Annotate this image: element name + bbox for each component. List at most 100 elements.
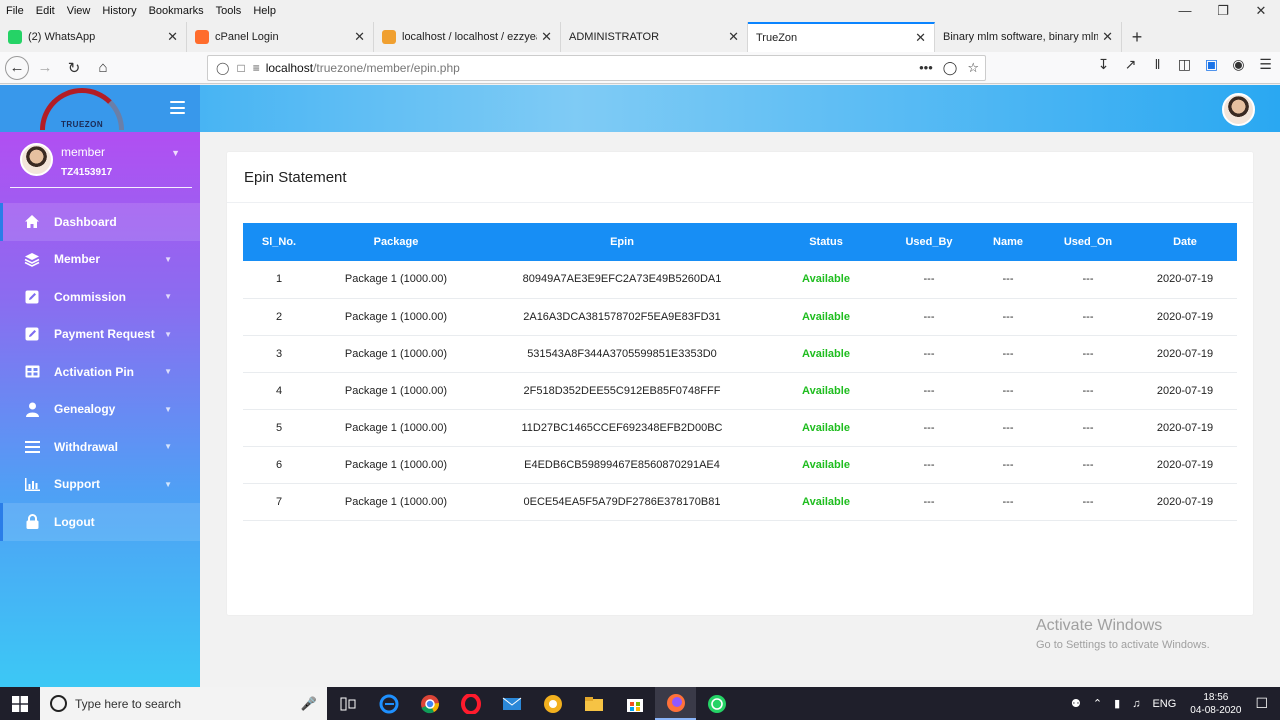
start-button[interactable] — [0, 687, 40, 720]
app-icon[interactable] — [532, 687, 573, 720]
close-tab-icon[interactable]: ✕ — [167, 29, 178, 45]
url-path: /truezone/member/epin.php — [313, 61, 460, 75]
page-actions-icon[interactable]: ••• — [919, 60, 933, 76]
table-cell: --- — [1043, 483, 1133, 521]
menu-file[interactable]: File — [0, 5, 30, 17]
sidebar-item-commission[interactable]: Commission ▼ — [0, 278, 200, 316]
epin-table: Sl_No. Package Epin Status Used_By Name Used_O… — [243, 223, 1237, 521]
menu-edit[interactable]: Edit — [30, 5, 61, 17]
column-header[interactable]: Name — [973, 223, 1043, 261]
menu-help[interactable]: Help — [247, 5, 282, 17]
fullscreen-icon[interactable]: ↗ — [1122, 56, 1139, 73]
forward-button[interactable]: → — [32, 55, 58, 81]
browser-tab[interactable]: ADMINISTRATOR ✕ — [561, 22, 748, 52]
sidebar-item-support[interactable]: Support ▼ — [0, 466, 200, 504]
browser-tab[interactable]: (2) WhatsApp ✕ — [0, 22, 187, 52]
menu-tools[interactable]: Tools — [210, 5, 248, 17]
close-tab-icon[interactable]: ✕ — [541, 29, 552, 45]
browser-tab[interactable]: localhost / localhost / ezzyeam ✕ — [374, 22, 561, 52]
sidebar-item-withdrawal[interactable]: Withdrawal ▼ — [0, 428, 200, 466]
table-cell: --- — [1043, 335, 1133, 373]
column-header[interactable]: Sl_No. — [243, 223, 315, 261]
browser-tab[interactable]: cPanel Login ✕ — [187, 22, 374, 52]
restore-button[interactable]: ❐ — [1204, 0, 1242, 22]
account-icon[interactable]: ◉ — [1230, 56, 1247, 73]
menu-view[interactable]: View — [61, 5, 97, 17]
table-cell: --- — [885, 409, 973, 447]
table-row: 7 Package 1 (1000.00) 0ECE54EA5F5A79DF2786… — [243, 483, 1237, 521]
table-cell: 7 — [243, 483, 315, 521]
hamburger-icon[interactable] — [170, 101, 185, 114]
browser-tab[interactable]: TrueZon ✕ — [748, 22, 935, 52]
close-window-button[interactable]: ✕ — [1242, 0, 1280, 22]
language-indicator[interactable]: ENG — [1152, 698, 1176, 710]
library-icon[interactable]: ‖ — [1149, 56, 1166, 73]
column-header[interactable]: Used_By — [885, 223, 973, 261]
table-cell: --- — [1043, 261, 1133, 299]
home-icon — [24, 214, 40, 230]
firefox-icon[interactable] — [655, 687, 696, 720]
tray-chevron-icon[interactable]: ⌃ — [1093, 697, 1102, 710]
notification-icon[interactable]: ☐ — [1255, 695, 1268, 712]
hamburger-menu-icon[interactable]: ☰ — [1257, 56, 1274, 73]
windows-taskbar: Type here to search 🎤 ⚉ ⌃ ▮ ♫ ENG 18:56 … — [0, 687, 1280, 720]
column-header[interactable]: Status — [767, 223, 885, 261]
sidebar-item-payment-request[interactable]: Payment Request ▼ — [0, 316, 200, 354]
address-bar[interactable]: ◯ □ ≡ localhost/truezone/member/epin.php… — [207, 55, 986, 81]
column-header[interactable]: Package — [315, 223, 477, 261]
edge-icon[interactable] — [368, 687, 409, 720]
battery-icon[interactable]: ▮ — [1114, 697, 1120, 710]
sidebar-item-dashboard[interactable]: Dashboard — [0, 203, 200, 241]
sidebar-item-logout[interactable]: Logout — [0, 503, 200, 541]
downloads-icon[interactable]: ↧ — [1095, 56, 1112, 73]
sidebar-menu: Dashboard Member ▼ Commission ▼ Payment Reque… — [0, 203, 200, 541]
people-icon[interactable]: ⚉ — [1071, 697, 1081, 710]
minimize-button[interactable]: — — [1166, 0, 1204, 22]
menu-history[interactable]: History — [96, 5, 142, 17]
table-cell: --- — [1043, 298, 1133, 336]
column-header[interactable]: Used_On — [1043, 223, 1133, 261]
column-header[interactable]: Date — [1133, 223, 1237, 261]
table-cell: --- — [1043, 409, 1133, 447]
home-button[interactable]: ⌂ — [90, 55, 116, 81]
clock[interactable]: 18:56 04-08-2020 — [1190, 691, 1241, 717]
opera-icon[interactable] — [450, 687, 491, 720]
new-tab-button[interactable]: + — [1122, 22, 1152, 52]
table-cell: --- — [885, 261, 973, 299]
table-cell: 2F518D352DEE55C912EB85F0748FFF — [477, 372, 767, 410]
microphone-icon[interactable]: 🎤 — [301, 696, 317, 712]
volume-icon[interactable]: ♫ — [1132, 698, 1140, 710]
table-cell: 2020-07-19 — [1133, 261, 1237, 299]
browser-tab[interactable]: Binary mlm software, binary mlm so✕ — [935, 22, 1122, 52]
sidebar-item-activation-pin[interactable]: Activation Pin ▼ — [0, 353, 200, 391]
close-tab-icon[interactable]: ✕ — [728, 29, 739, 45]
store-icon[interactable] — [614, 687, 655, 720]
mail-icon[interactable] — [491, 687, 532, 720]
chrome-icon[interactable] — [409, 687, 450, 720]
task-view-icon[interactable] — [327, 687, 368, 720]
user-panel: member TZ4153917 ▼ — [10, 142, 192, 188]
close-tab-icon[interactable]: ✕ — [354, 29, 365, 45]
taskbar-search[interactable]: Type here to search 🎤 — [40, 687, 327, 720]
sidebar-item-member[interactable]: Member ▼ — [0, 241, 200, 279]
table-cell: 2A16A3DCA381578702F5EA9E83FD31 — [477, 298, 767, 336]
header-avatar[interactable] — [1222, 93, 1255, 126]
phpmyadmin-icon — [382, 30, 396, 44]
pocket-icon[interactable]: ◯ — [943, 60, 958, 76]
column-header[interactable]: Epin — [477, 223, 767, 261]
menu-bookmarks[interactable]: Bookmarks — [143, 5, 210, 17]
close-tab-icon[interactable]: ✕ — [915, 30, 926, 46]
sidebar-toggle-icon[interactable]: ◫ — [1176, 56, 1193, 73]
close-tab-icon[interactable]: ✕ — [1102, 29, 1113, 45]
divider — [227, 202, 1253, 203]
reload-button[interactable]: ↻ — [61, 55, 87, 81]
chevron-down-icon[interactable]: ▼ — [171, 148, 180, 158]
file-explorer-icon[interactable] — [573, 687, 614, 720]
table-cell: 80949A7AE3E9EFC2A73E49B5260DA1 — [477, 261, 767, 299]
bookmark-star-icon[interactable]: ☆ — [967, 60, 979, 76]
sidebar-item-genealogy[interactable]: Genealogy ▼ — [0, 391, 200, 429]
screenshot-icon[interactable]: ▣ — [1203, 56, 1220, 73]
chevron-down-icon: ▼ — [164, 479, 172, 489]
back-button[interactable]: ← — [5, 55, 29, 80]
whatsapp-taskbar-icon[interactable] — [696, 687, 737, 720]
